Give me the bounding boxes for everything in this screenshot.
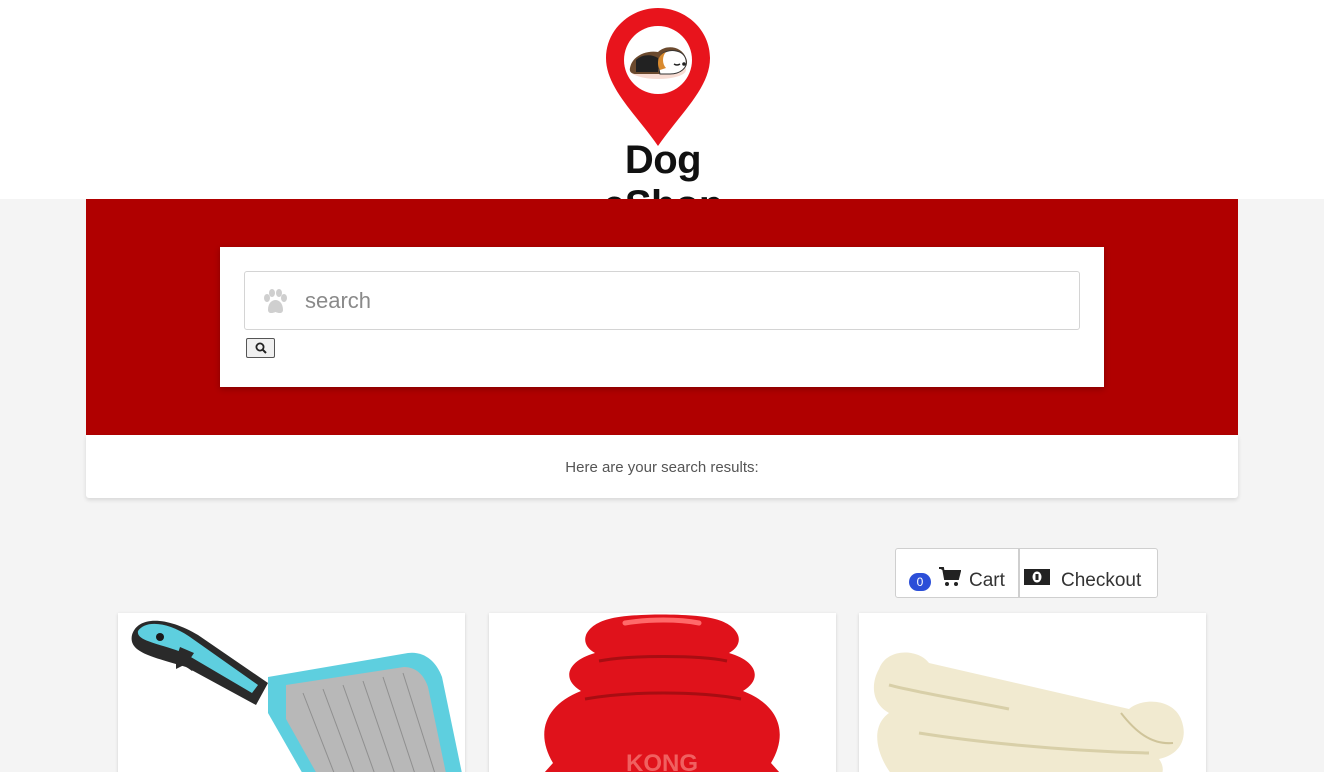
results-heading: Here are your search results: — [565, 459, 759, 476]
site-header: Dog eShop — [0, 0, 1324, 227]
magnifier-icon — [255, 342, 267, 354]
bone-image — [859, 613, 1206, 772]
brush-image — [118, 613, 465, 772]
search-input[interactable] — [305, 282, 1065, 320]
checkout-button[interactable]: Checkout — [1019, 548, 1158, 598]
results-bar: Here are your search results: — [86, 435, 1238, 498]
cart-label: Cart — [969, 570, 1005, 591]
shopping-cart-icon — [939, 567, 961, 586]
kong-image: KONG — [489, 613, 836, 772]
search-button[interactable] — [246, 338, 275, 358]
cart-count-badge: 0 — [909, 573, 931, 591]
product-card-kong[interactable]: KONG — [489, 613, 836, 772]
search-card — [220, 247, 1104, 387]
money-bill-icon — [1024, 569, 1050, 585]
checkout-label: Checkout — [1061, 570, 1142, 591]
search-box[interactable] — [244, 271, 1080, 330]
hero-banner — [86, 199, 1238, 435]
product-card-brush[interactable] — [118, 613, 465, 772]
kong-brand-text: KONG — [626, 750, 698, 772]
paw-icon — [264, 289, 287, 314]
product-card-bone[interactable] — [859, 613, 1206, 772]
cart-button[interactable]: 0 Cart — [895, 548, 1019, 598]
